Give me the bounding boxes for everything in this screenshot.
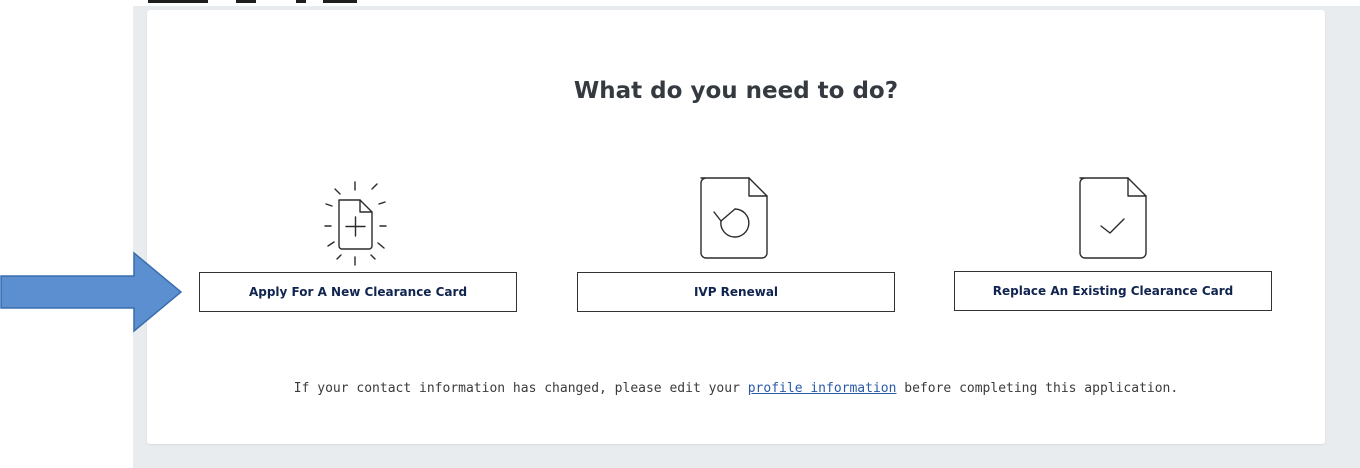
header-remnant: [236, 0, 256, 3]
header-remnant: [323, 0, 357, 3]
new-document-icon: [315, 180, 405, 270]
action-selection-card: What do you need to do? Apply For A New …: [147, 10, 1325, 444]
approved-document-icon: [1071, 174, 1161, 264]
replace-clearance-card-button[interactable]: Replace An Existing Clearance Card: [954, 271, 1272, 311]
apply-new-clearance-card-button[interactable]: Apply For A New Clearance Card: [199, 272, 517, 312]
ivp-renewal-button[interactable]: IVP Renewal: [577, 272, 895, 312]
arrow-pointer-icon: [0, 250, 183, 334]
header-remnant: [296, 0, 306, 3]
contact-info-notice: If your contact information has changed,…: [247, 381, 1225, 397]
renew-document-icon: [692, 174, 782, 264]
top-strip: [133, 0, 1360, 6]
notice-text-after: before completing this application.: [896, 381, 1179, 396]
header-remnant: [148, 0, 208, 3]
profile-information-link[interactable]: profile information: [748, 381, 897, 396]
page-title: What do you need to do?: [573, 78, 899, 104]
notice-text-before: If your contact information has changed,…: [293, 381, 748, 396]
